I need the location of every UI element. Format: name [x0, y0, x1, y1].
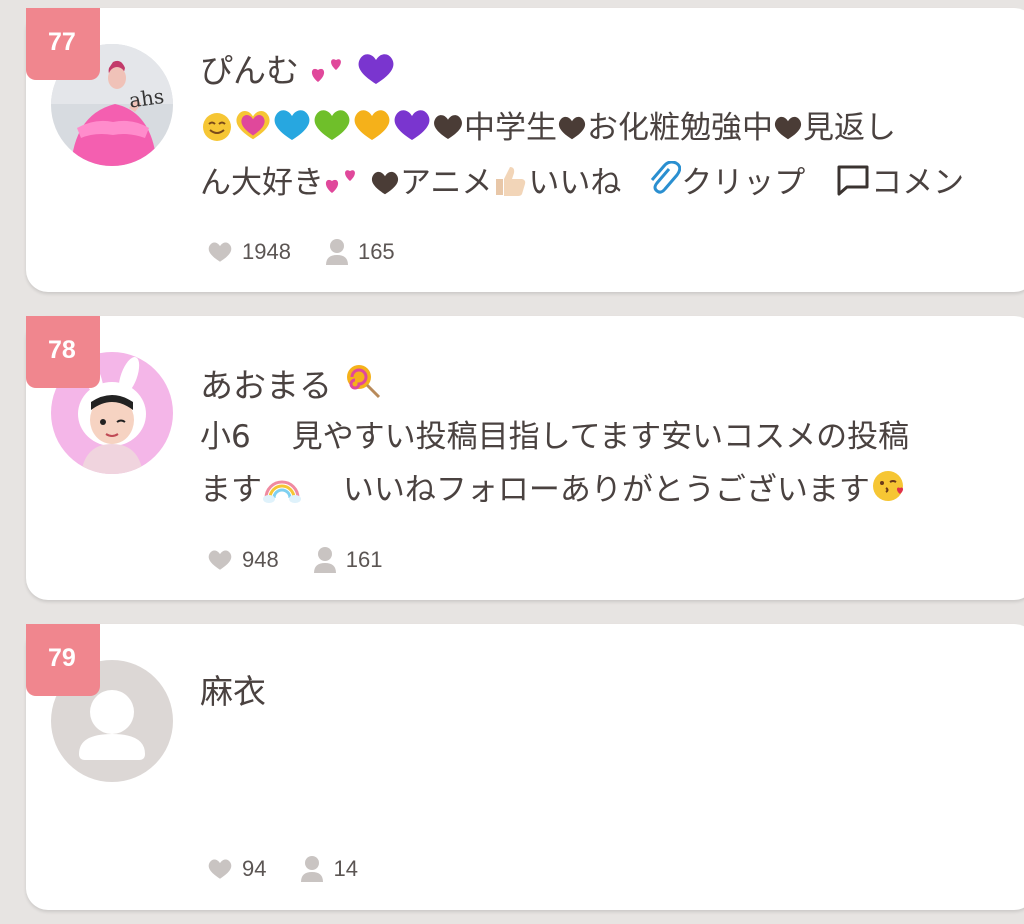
green-heart-icon	[314, 110, 350, 140]
username[interactable]: あおまる	[200, 361, 383, 406]
user-stats: 948 161	[207, 546, 416, 574]
speech-bubble-icon	[837, 165, 869, 196]
two-hearts-icon	[311, 59, 341, 82]
likes-count: 1948	[207, 239, 291, 265]
blue-heart-icon	[274, 110, 310, 140]
followers-count: 165	[325, 238, 395, 266]
thumbs-up-icon	[496, 167, 526, 196]
black-heart-icon	[434, 115, 462, 139]
two-hearts-icon	[325, 170, 355, 193]
kissing-face-icon	[872, 471, 903, 501]
black-heart-icon	[371, 171, 399, 195]
user-stats: 94 14	[207, 855, 392, 883]
heart-icon	[208, 859, 232, 879]
lollipop-icon	[346, 365, 380, 399]
username[interactable]: ぴんむ	[200, 51, 396, 91]
rank-badge: 79	[26, 624, 100, 696]
followers-count: 161	[313, 546, 382, 574]
yellow-heart-icon	[354, 110, 390, 140]
rank-badge: 77	[26, 8, 100, 80]
black-heart-icon	[774, 116, 802, 140]
purple-heart-icon	[358, 54, 393, 84]
person-icon	[301, 856, 324, 882]
ranking-card[interactable]	[26, 624, 1024, 910]
paperclip-icon	[651, 161, 682, 194]
heart-icon	[208, 550, 232, 570]
smiling-face-icon	[203, 113, 231, 141]
username[interactable]: 麻衣	[200, 672, 266, 712]
svg-text:ahs: ahs	[127, 84, 165, 113]
heart-icon	[208, 242, 232, 262]
user-stats: 1948 165	[207, 238, 429, 266]
person-icon	[325, 239, 348, 265]
user-bio: 中学生 お化粧勉強中 見返し ん大好き アニメ いいね クリップ コメン	[200, 110, 965, 201]
purple-heart-icon	[394, 110, 430, 140]
rank-badge: 78	[26, 316, 100, 388]
rainbow-icon	[263, 480, 301, 503]
likes-count: 948	[207, 547, 279, 573]
person-icon	[313, 547, 336, 573]
likes-count: 94	[207, 856, 266, 882]
user-bio: 小6 見やすい投稿目指してます安いコスメの投稿 ます いいねフォローありがとうご…	[200, 419, 910, 508]
followers-count: 14	[300, 855, 358, 883]
sparkling-heart-icon	[236, 110, 270, 140]
black-heart-icon	[558, 116, 586, 140]
